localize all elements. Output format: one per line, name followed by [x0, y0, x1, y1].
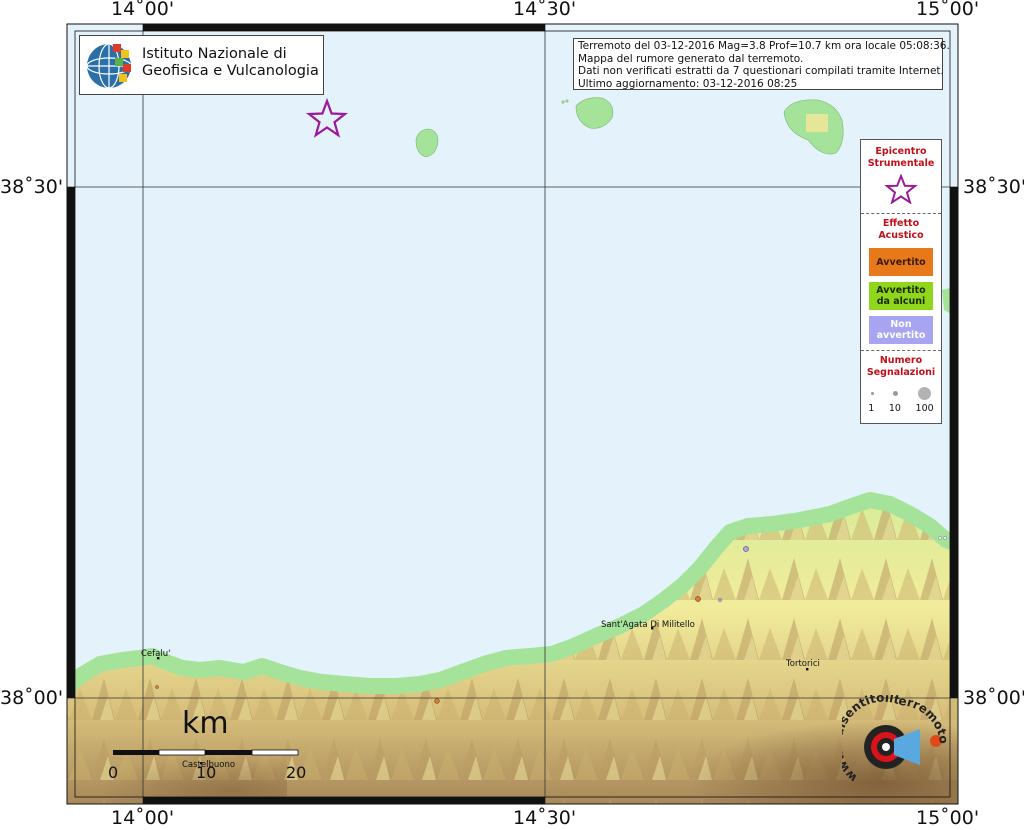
legend-felt-some-line2: da alcuni [876, 296, 926, 307]
lat-label-right-2: 38˚00' [963, 687, 1024, 709]
report-dot-not-felt [743, 546, 749, 552]
town-label-tortorici: Tortorici [786, 659, 820, 669]
legend-count-labels: 1 10 100 [861, 403, 941, 414]
legend-effect-title: Effetto Acustico [878, 218, 924, 241]
legend-epicenter-star-icon [884, 173, 918, 205]
count-dot-large [918, 386, 932, 400]
event-info-line2: Mappa del rumore generato dal terremoto. [578, 52, 804, 65]
event-info-line4: Ultimo aggiornamento: 03-12-2016 08:25 [578, 77, 798, 90]
event-info-line3: Dati non verificati estratti da 7 questi… [578, 65, 944, 77]
count-dot-medium [893, 390, 899, 396]
islet [943, 536, 947, 540]
legend-divider [861, 350, 941, 351]
ingv-name-line1: Istituto Nazionale di [142, 46, 287, 62]
legend-count-title-2: Segnalazioni [866, 367, 936, 378]
lon-label-top-3: 15˚00' [916, 0, 980, 20]
lon-label-top-2: 14˚30' [513, 0, 577, 20]
legend-panel: Epicentro Strumentale Effetto Acustico A… [860, 139, 942, 424]
scale-label-20: 20 [286, 763, 307, 782]
ingv-name-line2: Geofisica e Vulcanologia [142, 63, 319, 79]
event-info-box: Terremoto del 03-12-2016 Mag=3.8 Prof=10… [573, 38, 950, 90]
legend-not-felt-line1: Non [890, 319, 912, 330]
scale-label-10: 10 [196, 763, 217, 782]
madonie-mountains [67, 740, 287, 804]
legend-not-felt-line2: avvertito [876, 330, 926, 341]
count-label-1: 1 [868, 403, 875, 414]
lat-label-right-1: 38˚30' [963, 176, 1024, 198]
event-info-line1: Terremoto del 03-12-2016 Mag=3.8 Prof=10… [578, 40, 950, 52]
legend-count-dots [861, 383, 941, 403]
report-dot-felt [155, 685, 159, 689]
scale-bar [113, 749, 299, 756]
lon-label-bottom-1: 14˚00' [111, 807, 175, 829]
legend-not-felt-swatch: Non avvertito [869, 316, 933, 344]
count-dot-small [870, 391, 874, 395]
report-dot-not-felt [718, 598, 722, 602]
report-dot-felt [434, 698, 440, 704]
town-label-cefalu: Cefalu' [141, 649, 171, 659]
scale-label-0: 0 [108, 763, 119, 782]
hai-sentito-logo-icon: www.haisentitoilterremoto.it [830, 684, 951, 785]
legend-epicenter-title: Epicentro Strumentale [867, 146, 935, 169]
lat-label-left-2: 38˚00' [0, 687, 64, 709]
report-dot-felt [695, 596, 701, 602]
lon-label-top-1: 14˚00' [111, 0, 175, 20]
islet [565, 99, 569, 103]
town-label-santagata: Sant'Agata Di Militello [601, 620, 695, 630]
lat-label-left-1: 38˚30' [0, 176, 64, 198]
ingv-globe-icon [86, 43, 132, 89]
lon-label-bottom-3: 15˚00' [916, 807, 980, 829]
lon-label-bottom-2: 14˚30' [513, 807, 577, 829]
count-label-10: 10 [888, 403, 901, 414]
count-label-100: 100 [915, 403, 934, 414]
legend-felt-some-swatch: Avvertito da alcuni [869, 282, 933, 310]
islet [561, 100, 565, 104]
islet [938, 536, 942, 540]
ingv-logo-box: Istituto Nazionale di Geofisica e Vulcan… [79, 35, 324, 95]
scale-unit-label: km [182, 706, 229, 741]
legend-count-title-1: Numero [879, 355, 923, 366]
island-salina-relief [806, 114, 828, 132]
legend-felt-swatch: Avvertito [869, 248, 933, 276]
legend-felt-some-line1: Avvertito [876, 285, 926, 296]
legend-divider [861, 213, 941, 214]
hai-sentito-watermark: www.haisentitoilterremoto.it [830, 684, 952, 795]
